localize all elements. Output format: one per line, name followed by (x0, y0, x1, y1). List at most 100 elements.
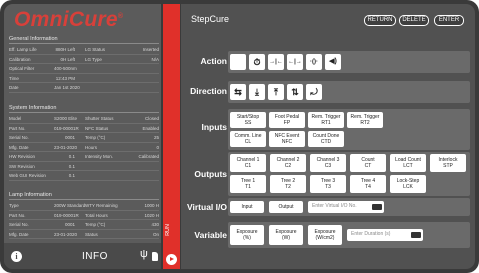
direction-label: Direction (190, 86, 227, 96)
output-t3-button[interactable]: Tree 3 T3 (310, 175, 346, 193)
info-label: Hours (85, 144, 98, 150)
info-label: Intensity Mon. (85, 154, 114, 159)
button-code: RT2 (360, 120, 370, 126)
button-code: C3 (324, 163, 332, 169)
decrease-icon[interactable]: ←|→ (287, 54, 303, 70)
info-label[interactable]: INFO (82, 251, 108, 262)
exposure-percent-button[interactable]: Exposure (%) (230, 225, 264, 245)
output-c2-button[interactable]: Channel 2 C2 (270, 154, 306, 172)
info-row: Time 12:43 PM (9, 74, 159, 83)
info-label: Date (9, 85, 19, 90)
input-fp-button[interactable]: Foot Pedal FP (269, 112, 305, 128)
output-c3-button[interactable]: Channel 3 C3 (310, 154, 346, 172)
info-value: 200W Standard (54, 203, 86, 208)
return-button[interactable]: RETURN (364, 15, 396, 26)
info-value: Enabled (142, 125, 159, 131)
info-row: Serial No. 0001 Temp (°C) 430 (9, 220, 159, 230)
system-info-table: Model S2000 Elite Shutter Status Closed Part… (9, 114, 159, 181)
info-value: 1000 H (144, 203, 159, 208)
output-t1-button[interactable]: Tree 1 T1 (230, 175, 266, 193)
output-t4-button[interactable]: Tree 4 T4 (350, 175, 386, 193)
output-stp-button[interactable]: Interlock STP (430, 154, 466, 172)
virtual-io-row: Input Output Enter Virtual I/O No. (228, 198, 470, 216)
info-label: Temp (°C) (85, 222, 106, 227)
exposure-wcm2-button[interactable]: Exposure (W/cm2) (308, 225, 342, 245)
info-value: 0001 (64, 222, 75, 227)
output-c1-button[interactable]: Channel 1 C1 (230, 154, 266, 172)
timer-icon[interactable]: ⏱ (249, 54, 265, 70)
info-label: Mfg. Date (9, 231, 29, 237)
input-nfc-button[interactable]: NFC Event NFC (269, 131, 305, 147)
info-value: 0H Left (60, 56, 75, 62)
info-label: Serial No. (9, 135, 29, 140)
forward-back-icon[interactable]: ⇆ (230, 84, 246, 100)
keyboard-icon[interactable] (411, 232, 421, 238)
info-value: Inserted (142, 47, 159, 52)
inputs-grid: Start/Stop SS Foot Pedal FP Rem. Trigger RT1 R… (228, 109, 470, 150)
arrow-down-icon[interactable]: ⤓ (249, 84, 265, 100)
stepcure-panel: StepCure RETURN DELETE ENTER Action ⏱ →|… (181, 4, 475, 269)
delete-button[interactable]: DELETE (399, 15, 429, 26)
info-row: Type 200W Standard WTY Remaining 1000 H (9, 201, 159, 211)
input-ctd-button[interactable]: Count Done CTD (308, 131, 344, 147)
info-row: Mfg. Date 23-01-2020 Hours 0 (9, 143, 159, 152)
virtual-io-label: Virtual I/O (187, 202, 227, 212)
output-lct-button[interactable]: Load Count LCT (390, 154, 426, 172)
pulse-icon[interactable]: ·()· (306, 54, 322, 70)
info-row: SW Revision 0.1 (9, 162, 159, 171)
output-t2-button[interactable]: Tree 2 T2 (270, 175, 306, 193)
info-value: 0 (156, 144, 159, 150)
info-icon[interactable]: i (11, 251, 22, 262)
general-info-title: General Information (9, 36, 159, 44)
action-label: Action (200, 56, 227, 66)
info-label: Time (9, 75, 19, 81)
button-code: CL (244, 139, 252, 145)
info-value: 23-01-2020 (54, 144, 78, 150)
run-play-icon[interactable] (166, 254, 177, 265)
virtual-input-button[interactable]: Input (230, 201, 264, 213)
info-label: Part No. (9, 125, 26, 131)
arrow-up-icon[interactable]: ⤒ (268, 84, 284, 100)
keyboard-icon[interactable] (372, 204, 382, 210)
info-label: HW Revision (9, 154, 36, 159)
button-code: RT1 (321, 120, 331, 126)
info-footer: i INFO ψ (4, 243, 161, 269)
info-label: Part No. (9, 212, 26, 218)
blank-action-button[interactable] (230, 54, 246, 70)
info-row: Eff. Lamp Life 880H Left LG Status Inserted (9, 45, 159, 55)
info-row: Part No. 019-00001R NFC Status Enabled (9, 124, 159, 133)
info-value: 0.1 (68, 173, 75, 178)
input-rt2-button[interactable]: Rem. Trigger RT2 (347, 112, 383, 128)
exposure-watt-button[interactable]: Exposure (W) (269, 225, 303, 245)
info-value: 400-500nm (54, 66, 77, 71)
outputs-grid: Channel 1 C1 Channel 2 C2 Channel 3 C3 Count CT… (228, 152, 470, 196)
output-ct-button[interactable]: Count CT (350, 154, 386, 172)
info-label: LG Status (85, 47, 106, 52)
info-row: Date Jan 1st 2020 (9, 83, 159, 93)
enter-button[interactable]: ENTER (434, 15, 464, 26)
button-code: C1 (244, 163, 252, 169)
info-row: Model S2000 Elite Shutter Status Closed (9, 114, 159, 124)
input-rt1-button[interactable]: Rem. Trigger RT1 (308, 112, 344, 128)
up-down-icon[interactable]: ⇅ (287, 84, 303, 100)
increase-icon[interactable]: →|← (268, 54, 284, 70)
virtual-output-button[interactable]: Output (269, 201, 303, 213)
info-label: LG Type (85, 56, 102, 62)
info-label: Total Hours (85, 212, 108, 218)
output-lck-button[interactable]: Lock-Step LCK (390, 175, 426, 193)
brand-logo: OmniCure® (14, 8, 124, 31)
variable-row: Exposure (%) Exposure (W) Exposure (W/cm2) … (228, 222, 470, 248)
input-ss-button[interactable]: Start/Stop SS (230, 112, 266, 128)
info-label: Optical Filter (9, 66, 35, 71)
info-value: 23-01-2020 (54, 231, 78, 237)
action-row: ⏱ →|← ←|→ ·()· ◀) (228, 51, 470, 73)
info-label: Web GUI Revision (9, 173, 46, 178)
button-code: LCK (403, 184, 413, 190)
button-code: SS (244, 120, 252, 126)
input-cl-button[interactable]: Comm. Line CL (230, 131, 266, 147)
beep-icon[interactable]: ◀) (325, 54, 341, 70)
info-label: Status (85, 231, 98, 237)
loop-icon[interactable]: ⤾ (306, 84, 322, 100)
lamp-info-title: Lamp Information (9, 192, 159, 200)
usb-icon: ψ (140, 248, 148, 260)
